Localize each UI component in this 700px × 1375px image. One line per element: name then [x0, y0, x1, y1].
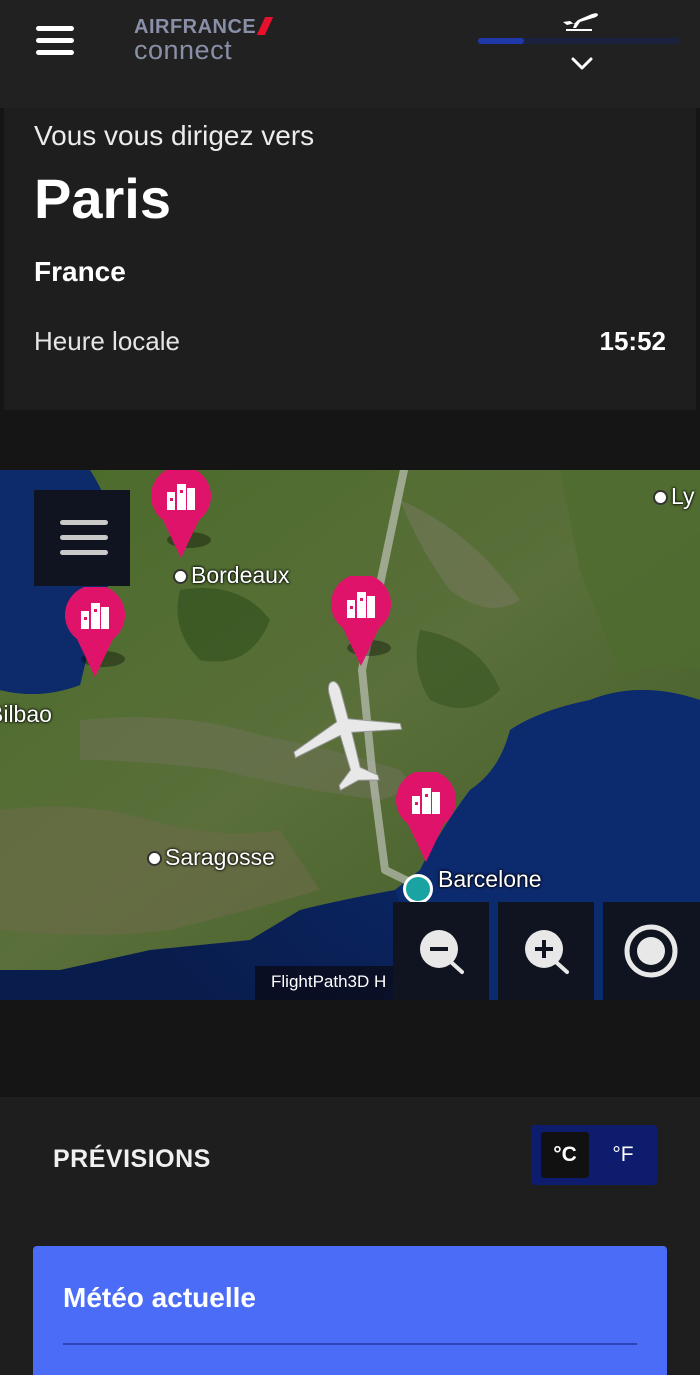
city-dot: [147, 851, 162, 866]
map-credit: FlightPath3D H: [255, 966, 395, 1000]
menu-bar: [60, 520, 108, 525]
flight-progress-toggle[interactable]: [478, 0, 680, 90]
poi-pin-icon[interactable]: [149, 470, 213, 562]
destination-card: Vous vous dirigez vers Paris France Heur…: [4, 108, 696, 410]
unit-fahrenheit-button[interactable]: °F: [599, 1132, 647, 1178]
city-name: Saragosse: [165, 844, 275, 870]
app-header: AIRFRANCE connect: [0, 0, 700, 108]
recenter-button[interactable]: [603, 902, 700, 1000]
city-label-lyon[interactable]: Ly: [653, 483, 694, 510]
zoom-out-icon: [420, 930, 464, 974]
logo-slash-icon: [257, 17, 274, 35]
city-label-barcelone[interactable]: Barcelone: [438, 866, 542, 893]
forecast-title: PRÉVISIONS: [53, 1145, 211, 1173]
poi-pin-icon[interactable]: [63, 587, 127, 681]
chevron-down-icon: [571, 57, 593, 70]
menu-bar: [60, 550, 108, 555]
city-name: Ly: [671, 483, 695, 509]
menu-bar: [36, 50, 74, 55]
local-time-value: 15:52: [599, 326, 667, 356]
current-weather-title: Météo actuelle: [63, 1282, 256, 1313]
destination-city: Paris: [34, 167, 171, 230]
zoom-in-button[interactable]: [498, 902, 594, 1000]
forecast-section: PRÉVISIONS °C °F Météo actuelle: [0, 1097, 700, 1375]
zoom-out-button[interactable]: [393, 902, 489, 1000]
menu-bar: [36, 26, 74, 31]
city-label-bordeaux[interactable]: Bordeaux: [173, 562, 289, 589]
temperature-unit-toggle: °C °F: [531, 1125, 657, 1185]
destination-country: France: [34, 256, 126, 287]
zoom-in-icon: [525, 930, 569, 974]
unit-celsius-button[interactable]: °C: [541, 1132, 589, 1178]
city-name: Bilbao: [0, 701, 52, 727]
recenter-target-icon: [624, 924, 678, 978]
menu-bar: [60, 535, 108, 540]
current-position-marker: [403, 874, 433, 904]
poi-pin-icon[interactable]: [329, 576, 393, 670]
city-name: Barcelone: [438, 866, 542, 892]
menu-bar: [36, 38, 74, 43]
city-name: Bordeaux: [191, 562, 290, 588]
logo-subtitle: connect: [134, 35, 233, 65]
city-dot: [173, 569, 188, 584]
airfrance-connect-logo: AIRFRANCE connect: [134, 16, 274, 66]
current-weather-card[interactable]: Météo actuelle: [33, 1246, 667, 1375]
plane-takeoff-icon: [563, 13, 598, 31]
city-label-saragosse[interactable]: Saragosse: [147, 844, 275, 871]
divider: [63, 1343, 637, 1345]
flight-map[interactable]: Bordeaux Bilbao Saragosse Ly Barcelone F…: [0, 470, 700, 1000]
flight-progress-bar: [478, 38, 680, 44]
local-time-label: Heure locale: [34, 326, 180, 356]
poi-pin-icon[interactable]: [394, 772, 458, 866]
hamburger-menu-button[interactable]: [36, 26, 74, 58]
destination-subtitle: Vous vous dirigez vers: [34, 120, 315, 151]
city-dot: [653, 490, 668, 505]
city-label-bilbao[interactable]: Bilbao: [0, 701, 52, 728]
flight-progress-fill: [478, 38, 525, 44]
map-layers-menu-button[interactable]: [34, 490, 130, 586]
